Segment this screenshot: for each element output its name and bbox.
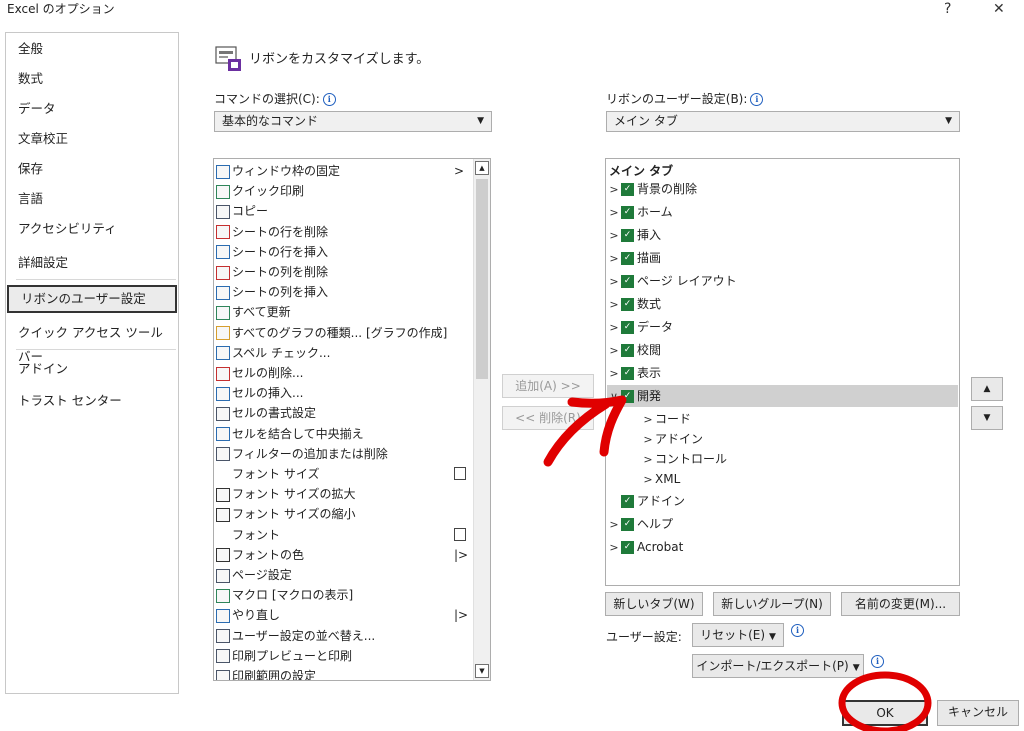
red-arrow-annotation [543,395,627,467]
red-circle-annotation [838,671,932,731]
red-annotation-overlay [543,395,932,731]
